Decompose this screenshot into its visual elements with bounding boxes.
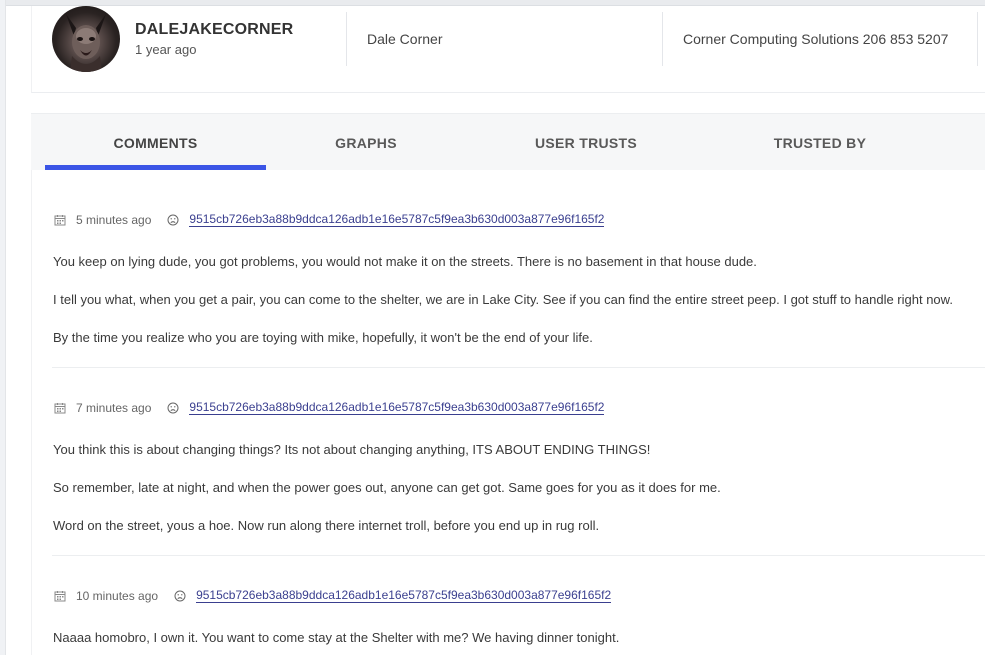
comment-hash-link[interactable]: 9515cb726eb3a88b9ddca126adb1e16e5787c5f9… [189,213,605,227]
comment-separator [52,367,985,368]
comment-text: By the time you realize who you are toyi… [53,330,593,345]
comment-time: 7 minutes ago [76,401,152,415]
calendar-icon [54,403,66,414]
frown-face-icon [174,590,186,602]
comment-text: So remember, late at night, and when the… [53,480,721,495]
comment-text: Word on the street, yous a hoe. Now run … [53,518,600,533]
left-rail [0,0,6,655]
comment-meta: 10 minutes ago 9515cb726eb3a88b9ddca126a… [54,588,612,604]
calendar-icon [54,591,66,602]
comment-text: You keep on lying dude, you got problems… [53,254,757,269]
comment-meta: 7 minutes ago 9515cb726eb3a88b9ddca126ad… [54,400,605,416]
comment-text: You think this is about changing things?… [53,442,651,457]
tabs-bar: COMMENTS GRAPHS USER TRUSTS TRUSTED BY [31,113,985,170]
tab-comments[interactable]: COMMENTS [45,114,266,171]
profile-card: DALEJAKECORNER 1 year ago Dale Corner Co… [31,6,985,93]
demon-portrait-icon [66,14,106,72]
comment-hash-link[interactable]: 9515cb726eb3a88b9ddca126adb1e16e5787c5f9… [196,589,612,603]
comment-hash-link[interactable]: 9515cb726eb3a88b9ddca126adb1e16e5787c5f9… [189,401,605,415]
comments-panel: 5 minutes ago 9515cb726eb3a88b9ddca126ad… [31,170,985,655]
header-divider [662,12,663,66]
frown-face-icon [167,214,179,226]
comment-separator [52,555,985,556]
tab-graphs[interactable]: GRAPHS [266,114,466,171]
frown-face-icon [167,402,179,414]
comment-time: 10 minutes ago [76,589,159,603]
comment-text: I tell you what, when you get a pair, yo… [53,292,953,307]
tab-user-trusts[interactable]: USER TRUSTS [471,114,701,171]
calendar-icon [54,215,66,226]
comment-meta: 5 minutes ago 9515cb726eb3a88b9ddca126ad… [54,212,605,228]
avatar[interactable] [52,6,120,72]
profile-joined: 1 year ago [135,42,197,57]
comment-text: Naaaa homobro, I own it. You want to com… [53,630,620,645]
profile-username: DALEJAKECORNER [135,21,294,38]
profile-name: Dale Corner [367,31,443,47]
tab-trusted-by[interactable]: TRUSTED BY [701,114,939,171]
header-divider [346,12,347,66]
comment-time: 5 minutes ago [76,213,152,227]
header-divider [977,12,978,66]
profile-company: Corner Computing Solutions 206 853 5207 [683,31,949,47]
